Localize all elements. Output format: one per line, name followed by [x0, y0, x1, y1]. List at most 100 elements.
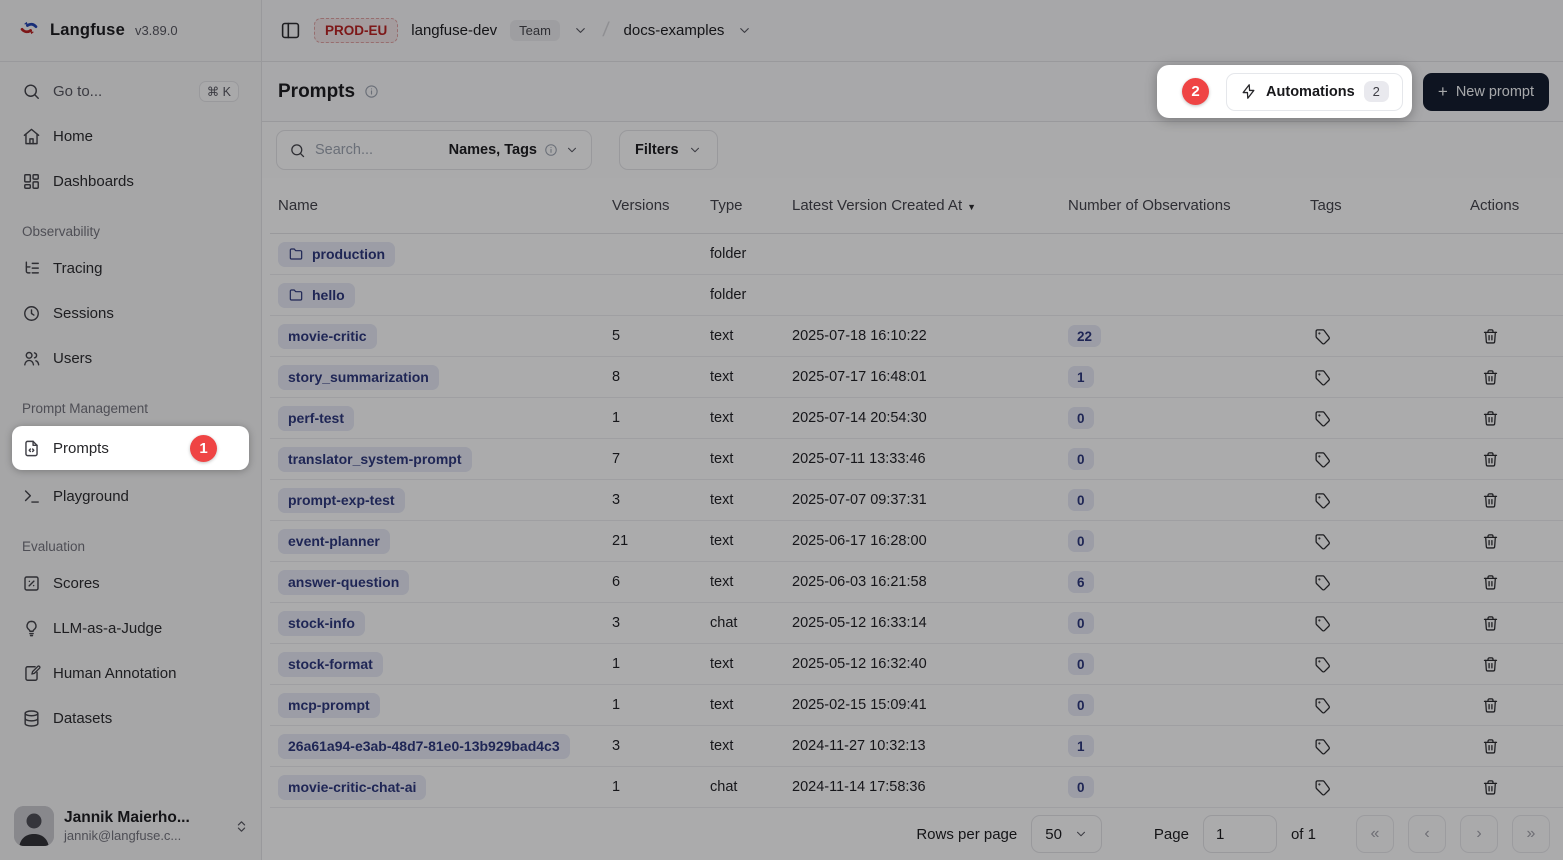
delete-button[interactable]: [1478, 775, 1503, 800]
next-page-button[interactable]: ›: [1460, 815, 1498, 853]
prompt-name: mcp-prompt: [288, 697, 370, 713]
tag-icon[interactable]: [1310, 447, 1335, 472]
column-header-name[interactable]: Name: [270, 197, 604, 214]
first-page-button[interactable]: «: [1356, 815, 1394, 853]
column-header-created[interactable]: Latest Version Created At▼: [784, 197, 1060, 214]
prompt-name-pill[interactable]: production: [278, 242, 395, 267]
tag-icon[interactable]: [1310, 406, 1335, 431]
table-row[interactable]: movie-critic-chat-ai 1 chat 2024-11-14 1…: [270, 767, 1563, 808]
delete-button[interactable]: [1478, 529, 1503, 554]
file-code-icon: [22, 439, 41, 458]
table-row[interactable]: answer-question 6 text 2025-06-03 16:21:…: [270, 562, 1563, 603]
last-page-button[interactable]: »: [1512, 815, 1550, 853]
search-scope-select[interactable]: Names, Tags: [449, 142, 579, 158]
sidebar-item-llm-as-a-judge[interactable]: LLM-as-a-Judge: [12, 609, 249, 647]
column-header-type[interactable]: Type: [702, 197, 784, 214]
prompt-name-pill[interactable]: stock-format: [278, 652, 383, 677]
rows-per-page-select[interactable]: 50: [1031, 815, 1102, 853]
table-row[interactable]: 26a61a94-e3ab-48d7-81e0-13b929bad4c3 3 t…: [270, 726, 1563, 767]
table-row[interactable]: stock-format 1 text 2025-05-12 16:32:40 …: [270, 644, 1563, 685]
tag-icon[interactable]: [1310, 652, 1335, 677]
automations-button[interactable]: Automations 2: [1226, 73, 1403, 111]
prompt-name-pill[interactable]: mcp-prompt: [278, 693, 380, 718]
table-row[interactable]: perf-test 1 text 2025-07-14 20:54:30 0: [270, 398, 1563, 439]
column-header-observations[interactable]: Number of Observations: [1060, 197, 1302, 214]
tag-icon[interactable]: [1310, 324, 1335, 349]
notebook-pen-icon: [22, 664, 41, 683]
prompt-name-pill[interactable]: stock-info: [278, 611, 365, 636]
tag-icon[interactable]: [1310, 488, 1335, 513]
goto-search[interactable]: Go to... ⌘ K: [12, 72, 249, 110]
table-row[interactable]: prompt-exp-test 3 text 2025-07-07 09:37:…: [270, 480, 1563, 521]
delete-button[interactable]: [1478, 488, 1503, 513]
chevron-down-icon[interactable]: [573, 23, 588, 38]
org-name[interactable]: langfuse-dev: [411, 22, 497, 39]
table-row[interactable]: production folder: [270, 234, 1563, 275]
observations-badge: 1: [1068, 735, 1094, 757]
page-number-input[interactable]: 1: [1203, 815, 1277, 853]
sidebar-item-playground[interactable]: Playground: [12, 477, 249, 515]
delete-button[interactable]: [1478, 406, 1503, 431]
filters-button[interactable]: Filters: [619, 130, 718, 170]
delete-button[interactable]: [1478, 447, 1503, 472]
prompt-name-pill[interactable]: movie-critic: [278, 324, 377, 349]
sidebar-item-datasets[interactable]: Datasets: [12, 699, 249, 737]
user-name: Jannik Maierho...: [64, 808, 190, 827]
sidebar-item-dashboards[interactable]: Dashboards: [12, 162, 249, 200]
annotation-step-1-badge: 1: [190, 435, 217, 462]
sidebar-item-prompts[interactable]: Prompts 1: [12, 426, 249, 470]
tracing-icon: [22, 259, 41, 278]
sidebar-item-sessions[interactable]: Sessions: [12, 294, 249, 332]
delete-button[interactable]: [1478, 365, 1503, 390]
tag-icon[interactable]: [1310, 570, 1335, 595]
project-name[interactable]: docs-examples: [624, 22, 725, 39]
dashboards-icon: [22, 172, 41, 191]
chevron-down-icon[interactable]: [737, 23, 752, 38]
delete-button[interactable]: [1478, 734, 1503, 759]
sidebar-item-scores[interactable]: Scores: [12, 564, 249, 602]
sidebar-item-home[interactable]: Home: [12, 117, 249, 155]
table-row[interactable]: event-planner 21 text 2025-06-17 16:28:0…: [270, 521, 1563, 562]
table-row[interactable]: movie-critic 5 text 2025-07-18 16:10:22 …: [270, 316, 1563, 357]
delete-button[interactable]: [1478, 652, 1503, 677]
section-label-evaluation: Evaluation: [12, 539, 249, 554]
tag-icon[interactable]: [1310, 775, 1335, 800]
prompt-name-pill[interactable]: event-planner: [278, 529, 390, 554]
sidebar-item-human-annotation[interactable]: Human Annotation: [12, 654, 249, 692]
prompt-name-pill[interactable]: prompt-exp-test: [278, 488, 405, 513]
sidebar-toggle-icon[interactable]: [280, 20, 301, 41]
tag-icon[interactable]: [1310, 693, 1335, 718]
column-header-versions[interactable]: Versions: [604, 197, 702, 214]
table-row[interactable]: stock-info 3 chat 2025-05-12 16:33:14 0: [270, 603, 1563, 644]
prompt-name-pill[interactable]: movie-critic-chat-ai: [278, 775, 426, 800]
column-header-tags[interactable]: Tags: [1302, 197, 1462, 214]
prompt-name-pill[interactable]: hello: [278, 283, 355, 308]
prompt-name: prompt-exp-test: [288, 492, 395, 508]
table-row[interactable]: story_summarization 8 text 2025-07-17 16…: [270, 357, 1563, 398]
table-row[interactable]: mcp-prompt 1 text 2025-02-15 15:09:41 0: [270, 685, 1563, 726]
prompt-name-pill[interactable]: answer-question: [278, 570, 409, 595]
tag-icon[interactable]: [1310, 734, 1335, 759]
delete-button[interactable]: [1478, 611, 1503, 636]
prompt-name-pill[interactable]: story_summarization: [278, 365, 439, 390]
user-menu[interactable]: Jannik Maierho... jannik@langfuse.c...: [0, 794, 261, 860]
table-row[interactable]: translator_system-prompt 7 text 2025-07-…: [270, 439, 1563, 480]
langfuse-logo-icon: [18, 17, 40, 44]
observations-badge: 0: [1068, 407, 1094, 429]
sidebar-item-users[interactable]: Users: [12, 339, 249, 377]
delete-button[interactable]: [1478, 693, 1503, 718]
sidebar-item-tracing[interactable]: Tracing: [12, 249, 249, 287]
tag-icon[interactable]: [1310, 611, 1335, 636]
delete-button[interactable]: [1478, 570, 1503, 595]
prompt-name-pill[interactable]: perf-test: [278, 406, 354, 431]
table-row[interactable]: hello folder: [270, 275, 1563, 316]
delete-button[interactable]: [1478, 324, 1503, 349]
prompt-name-pill[interactable]: translator_system-prompt: [278, 447, 472, 472]
prev-page-button[interactable]: ‹: [1408, 815, 1446, 853]
search-input[interactable]: Search... Names, Tags: [276, 130, 592, 170]
tag-icon[interactable]: [1310, 529, 1335, 554]
tag-icon[interactable]: [1310, 365, 1335, 390]
prompt-name-pill[interactable]: 26a61a94-e3ab-48d7-81e0-13b929bad4c3: [278, 734, 570, 759]
versions-value: 21: [604, 533, 702, 549]
new-prompt-button[interactable]: + New prompt: [1423, 73, 1549, 111]
